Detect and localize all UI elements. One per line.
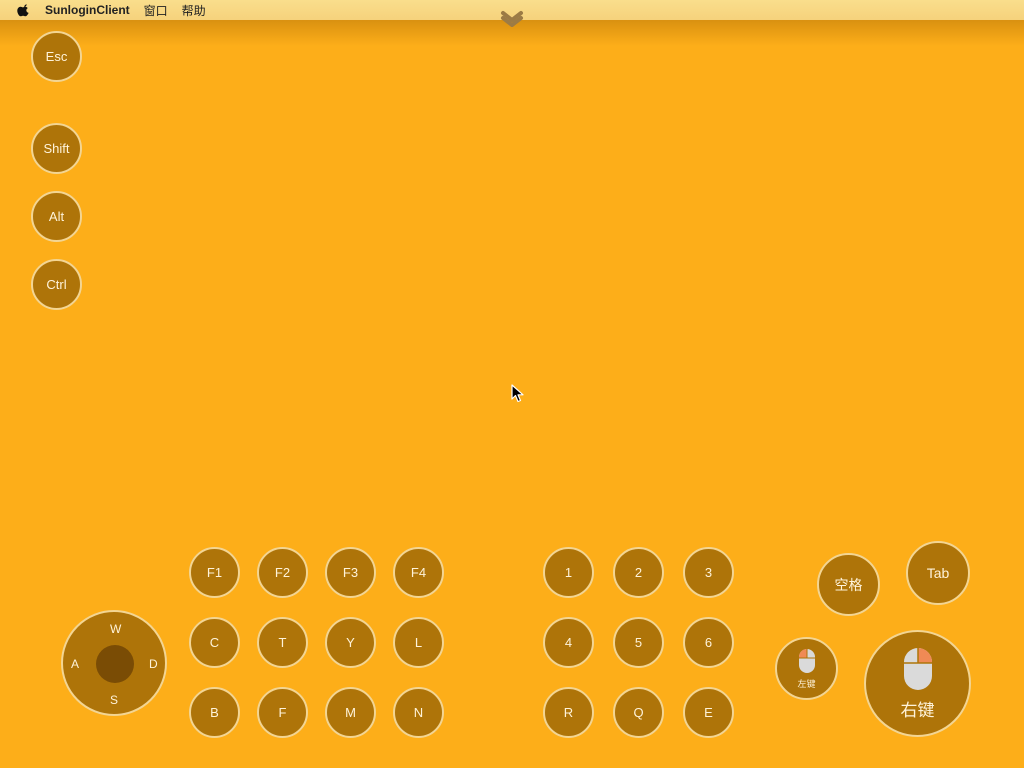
r-key[interactable]: R: [543, 687, 594, 738]
wasd-joystick[interactable]: W A D S: [61, 610, 167, 716]
mouse-pointer-icon: [511, 384, 524, 403]
joystick-up-label: W: [110, 622, 122, 636]
l-key[interactable]: L: [393, 617, 444, 668]
alt-key[interactable]: Alt: [31, 191, 82, 242]
2-key[interactable]: 2: [613, 547, 664, 598]
5-key[interactable]: 5: [613, 617, 664, 668]
left-click-label: 左键: [797, 678, 816, 689]
joystick-right-label: D: [149, 657, 158, 671]
m-key[interactable]: M: [325, 687, 376, 738]
esc-key[interactable]: Esc: [31, 31, 82, 82]
t-key[interactable]: T: [257, 617, 308, 668]
ctrl-key[interactable]: Ctrl: [31, 259, 82, 310]
window-menu[interactable]: 窗口: [144, 2, 168, 19]
space-key[interactable]: 空格: [817, 553, 880, 616]
left-click-button[interactable]: 左键: [775, 637, 838, 700]
right-click-button[interactable]: 右键: [864, 630, 971, 737]
app-menu[interactable]: SunloginClient: [45, 3, 130, 17]
3-key[interactable]: 3: [683, 547, 734, 598]
help-menu[interactable]: 帮助: [182, 2, 206, 19]
1-key[interactable]: 1: [543, 547, 594, 598]
shift-key[interactable]: Shift: [31, 123, 82, 174]
4-key[interactable]: 4: [543, 617, 594, 668]
mouse-left-button-icon: [798, 648, 815, 673]
f1-key[interactable]: F1: [189, 547, 240, 598]
chevron-double-down-icon[interactable]: [499, 9, 525, 29]
f4-key[interactable]: F4: [393, 547, 444, 598]
y-key[interactable]: Y: [325, 617, 376, 668]
mouse-right-button-icon: [903, 647, 932, 690]
joystick-knob[interactable]: [96, 645, 134, 683]
f3-key[interactable]: F3: [325, 547, 376, 598]
tab-key[interactable]: Tab: [906, 541, 970, 605]
e-key[interactable]: E: [683, 687, 734, 738]
n-key[interactable]: N: [393, 687, 444, 738]
right-click-label: 右键: [900, 700, 935, 720]
6-key[interactable]: 6: [683, 617, 734, 668]
apple-icon[interactable]: [17, 3, 31, 17]
b-key[interactable]: B: [189, 687, 240, 738]
q-key[interactable]: Q: [613, 687, 664, 738]
c-key[interactable]: C: [189, 617, 240, 668]
joystick-down-label: S: [110, 693, 119, 707]
joystick-left-label: A: [71, 657, 80, 671]
f-key[interactable]: F: [257, 687, 308, 738]
f2-key[interactable]: F2: [257, 547, 308, 598]
